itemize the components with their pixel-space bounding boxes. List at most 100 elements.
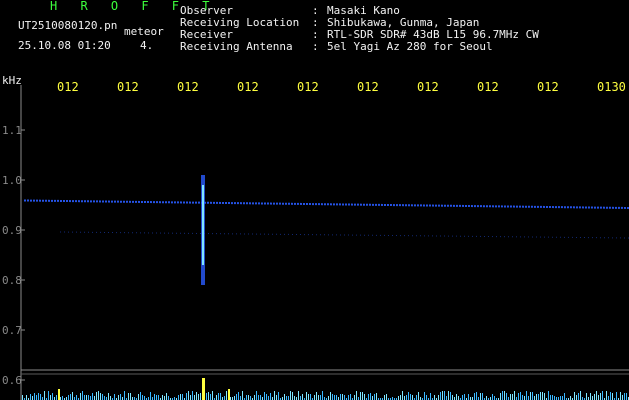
noise-bar <box>562 396 563 400</box>
noise-bar <box>450 392 451 400</box>
noise-bar <box>164 396 165 400</box>
y-tick-label: 0.7 <box>2 324 22 337</box>
secondary-trace <box>59 231 629 239</box>
noise-bar <box>410 394 411 400</box>
noise-bar <box>518 393 519 400</box>
y-tick-label: 0.9 <box>2 224 22 237</box>
noise-bar <box>178 395 179 400</box>
noise-spike <box>58 389 60 400</box>
noise-bar <box>298 391 299 400</box>
noise-bar <box>150 392 151 400</box>
noise-bar <box>580 391 581 400</box>
noise-bar <box>364 394 365 400</box>
noise-bar <box>486 396 487 400</box>
noise-bar <box>308 394 309 400</box>
x-ticks: 012 012 012 012 012 012 012 012 012 0130 <box>57 80 626 94</box>
noise-bar <box>552 395 553 400</box>
noise-bar <box>448 391 449 400</box>
noise-bar <box>206 393 207 400</box>
noise-bar <box>544 393 545 400</box>
noise-bar <box>576 395 577 400</box>
noise-bar <box>594 394 595 400</box>
x-tick-label: 012 <box>477 80 499 94</box>
noise-bar <box>48 391 49 400</box>
noise-bar <box>532 392 533 400</box>
noise-bar <box>290 391 291 400</box>
noise-bar <box>114 394 115 400</box>
noise-bar <box>92 393 93 400</box>
noise-bar <box>444 391 445 400</box>
noise-bar <box>622 395 623 400</box>
noise-bar <box>342 394 343 400</box>
noise-bar <box>320 395 321 400</box>
noise-bar <box>200 393 201 400</box>
noise-bar <box>264 392 265 400</box>
noise-bar <box>398 396 399 400</box>
noise-bar <box>400 395 401 400</box>
noise-floor <box>22 378 629 400</box>
noise-bar <box>226 391 227 400</box>
noise-bar <box>522 395 523 400</box>
noise-bar <box>34 393 35 400</box>
noise-bar <box>168 396 169 400</box>
noise-bar <box>250 396 251 400</box>
noise-bar <box>612 393 613 400</box>
noise-bar <box>98 391 99 400</box>
noise-bar <box>330 392 331 400</box>
noise-bar <box>510 394 511 400</box>
noise-bar <box>482 393 483 400</box>
noise-bar <box>260 395 261 400</box>
noise-bar <box>258 395 259 400</box>
noise-bar <box>162 395 163 400</box>
noise-bar <box>238 392 239 400</box>
noise-bar <box>40 394 41 400</box>
noise-bar <box>334 395 335 400</box>
noise-bar <box>100 393 101 400</box>
noise-bar <box>404 396 405 400</box>
noise-bar <box>300 396 301 400</box>
noise-bar <box>372 396 373 400</box>
noise-bar <box>278 392 279 400</box>
noise-bar <box>256 391 257 400</box>
noise-bar <box>606 391 607 400</box>
noise-bar <box>322 391 323 400</box>
noise-bar <box>108 393 109 400</box>
noise-bar <box>340 394 341 400</box>
x-tick-label: 0130 <box>597 80 626 94</box>
noise-bar <box>248 395 249 400</box>
noise-bar <box>166 393 167 400</box>
noise-bar <box>44 391 45 400</box>
x-tick-label: 012 <box>357 80 379 94</box>
noise-bar <box>144 396 145 400</box>
noise-bar <box>534 396 535 400</box>
x-tick-label: 012 <box>177 80 199 94</box>
y-axis-unit-label: kHz <box>2 74 22 87</box>
noise-bar <box>574 392 575 400</box>
noise-bar <box>608 396 609 400</box>
noise-bar <box>26 395 27 400</box>
noise-bar <box>266 394 267 400</box>
meteor-spike <box>202 378 205 400</box>
noise-bar <box>50 395 51 400</box>
noise-bar <box>90 396 91 400</box>
noise-bar <box>528 396 529 400</box>
noise-bar <box>292 392 293 400</box>
noise-bar <box>336 395 337 400</box>
noise-bar <box>210 394 211 400</box>
noise-bar <box>426 395 427 400</box>
noise-bar <box>30 394 31 400</box>
noise-bar <box>560 396 561 400</box>
noise-bar <box>542 392 543 400</box>
noise-bar <box>182 394 183 400</box>
noise-bar <box>118 395 119 400</box>
noise-bar <box>180 394 181 400</box>
noise-bar <box>306 392 307 400</box>
noise-bar <box>550 395 551 400</box>
noise-bar <box>492 394 493 400</box>
noise-bar <box>402 391 403 400</box>
noise-bar <box>600 393 601 400</box>
noise-bar <box>36 395 37 400</box>
noise-bar <box>536 394 537 400</box>
noise-bar <box>216 395 217 400</box>
noise-bar <box>88 395 89 400</box>
